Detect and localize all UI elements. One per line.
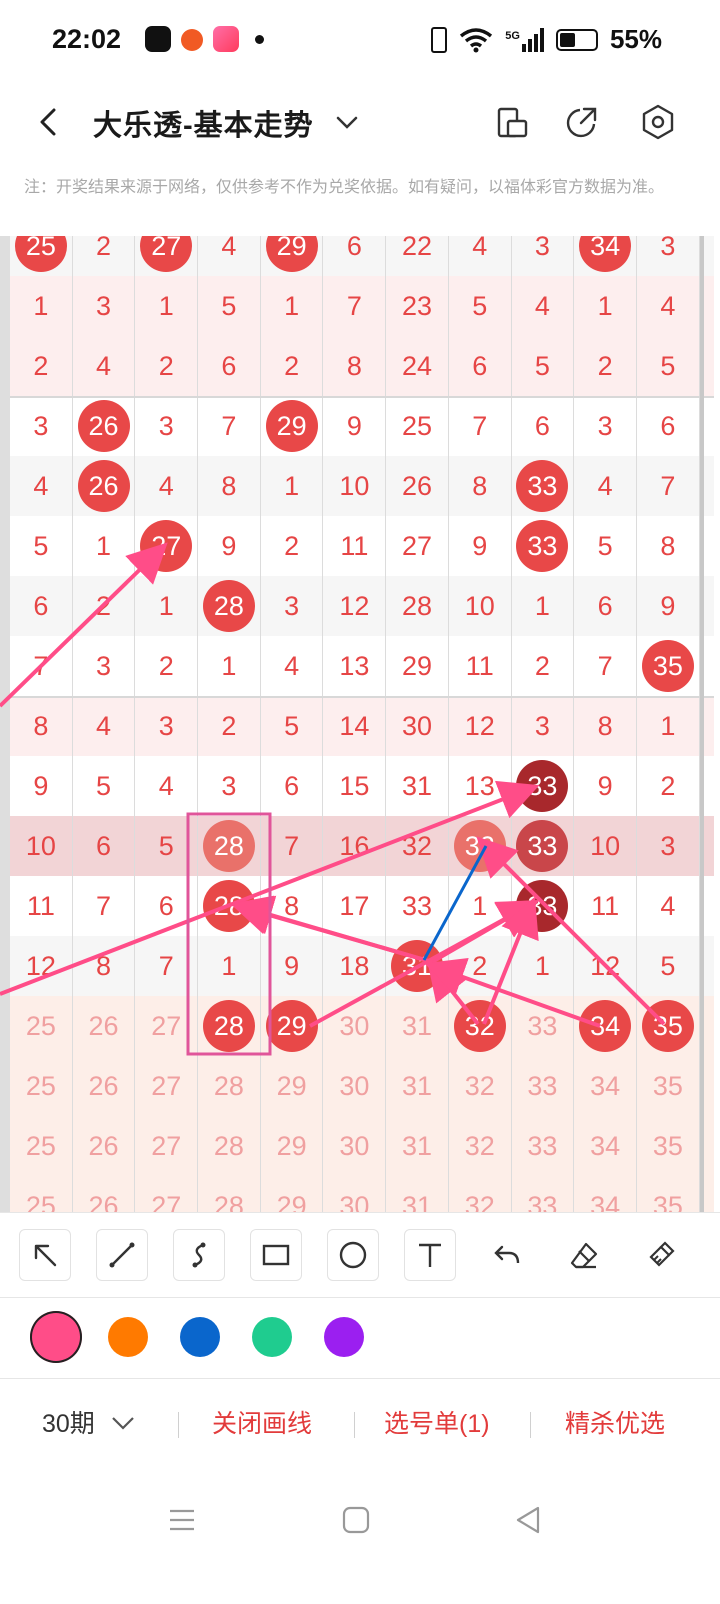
drawn-arrow	[0, 542, 168, 708]
drawn-line	[422, 845, 488, 961]
chevron-down-icon	[111, 1417, 134, 1430]
bottom-action-bar: 30期 关闭画线 选号单(1) 精杀优选	[0, 1380, 720, 1468]
circle-icon	[339, 1241, 367, 1269]
broom-icon	[649, 1241, 675, 1267]
color-swatch[interactable]	[180, 1317, 220, 1357]
drawn-arrow	[476, 836, 666, 1026]
drawn-arrow	[482, 896, 539, 1025]
share-icon[interactable]	[562, 102, 602, 142]
wifi-icon	[460, 27, 493, 52]
disclaimer-note: 注：开奖结果来源于网络，仅供参考不作为兑奖依据。如有疑问，以福体彩官方数据为准。	[24, 179, 665, 196]
app-notification-icon	[213, 26, 239, 52]
color-palette	[0, 1296, 720, 1379]
network-type: 5G	[505, 29, 520, 42]
divider	[178, 1412, 179, 1438]
color-swatch[interactable]	[324, 1317, 364, 1357]
app-notification-icon	[181, 29, 203, 51]
landscape-icon[interactable]	[492, 102, 532, 142]
menu-icon[interactable]	[166, 1504, 198, 1536]
vibrate-icon	[431, 26, 448, 53]
more-notifications-icon	[255, 34, 264, 44]
rectangle-icon	[262, 1244, 290, 1266]
arrow-icon	[34, 1244, 57, 1267]
drawn-arrow	[0, 780, 540, 996]
circle-tool[interactable]	[327, 1229, 379, 1281]
drawing-overlay[interactable]	[0, 236, 720, 1212]
color-swatch[interactable]	[30, 1311, 82, 1363]
drawing-toolbar	[0, 1212, 720, 1298]
chevron-down-icon[interactable]	[333, 110, 361, 134]
settings-icon[interactable]	[638, 102, 678, 142]
line-icon	[109, 1242, 135, 1268]
text-tool[interactable]	[404, 1229, 456, 1281]
home-icon[interactable]	[340, 1504, 372, 1536]
clear-tool[interactable]	[635, 1229, 687, 1281]
app-header: 大乐透-基本走势	[0, 82, 720, 164]
system-nav-bar	[0, 1480, 720, 1604]
drawn-arrow	[309, 900, 540, 1028]
trend-chart-grid[interactable]: 25 2 27 4 29 6 22 4 3 34 3 1 3 1 5 1 7 23 5 4 1 4 2 4 2 6 2 8 24 6 5 2 5…	[0, 236, 720, 1212]
battery-icon	[555, 28, 598, 51]
signal-icon: 5G	[505, 27, 544, 52]
drawn-rectangle	[186, 812, 272, 1056]
period-selector[interactable]: 30期	[42, 1404, 136, 1440]
line-tool[interactable]	[96, 1229, 148, 1281]
status-right: 5G 55%	[431, 24, 662, 55]
tiktok-icon	[145, 26, 171, 52]
rectangle-tool[interactable]	[250, 1229, 302, 1281]
back-icon[interactable]	[30, 102, 70, 142]
undo-icon	[494, 1245, 520, 1264]
divider	[530, 1412, 531, 1438]
undo-tool[interactable]	[481, 1229, 533, 1281]
notification-icons	[145, 26, 264, 52]
color-swatch[interactable]	[108, 1317, 148, 1357]
divider	[354, 1412, 355, 1438]
status-bar: 22:02 5G 55%	[0, 0, 720, 82]
arrow-tool[interactable]	[19, 1229, 71, 1281]
nav-back-icon[interactable]	[512, 1504, 544, 1536]
page-title[interactable]: 大乐透-基本走势	[93, 102, 314, 144]
status-time: 22:02	[52, 24, 122, 54]
close-drawing-button[interactable]: 关闭画线	[212, 1404, 312, 1440]
eraser-icon	[570, 1242, 598, 1269]
selection-list-button[interactable]: 选号单(1)	[384, 1404, 490, 1440]
text-icon	[419, 1243, 441, 1267]
signal-bars-icon	[521, 27, 544, 52]
curve-tool[interactable]	[173, 1229, 225, 1281]
eraser-tool[interactable]	[558, 1229, 610, 1281]
premium-picks-button[interactable]: 精杀优选	[565, 1404, 665, 1440]
curve-icon	[192, 1242, 206, 1268]
color-swatch[interactable]	[252, 1317, 292, 1357]
battery-percent: 55%	[609, 24, 662, 54]
period-label: 30期	[42, 1410, 95, 1438]
